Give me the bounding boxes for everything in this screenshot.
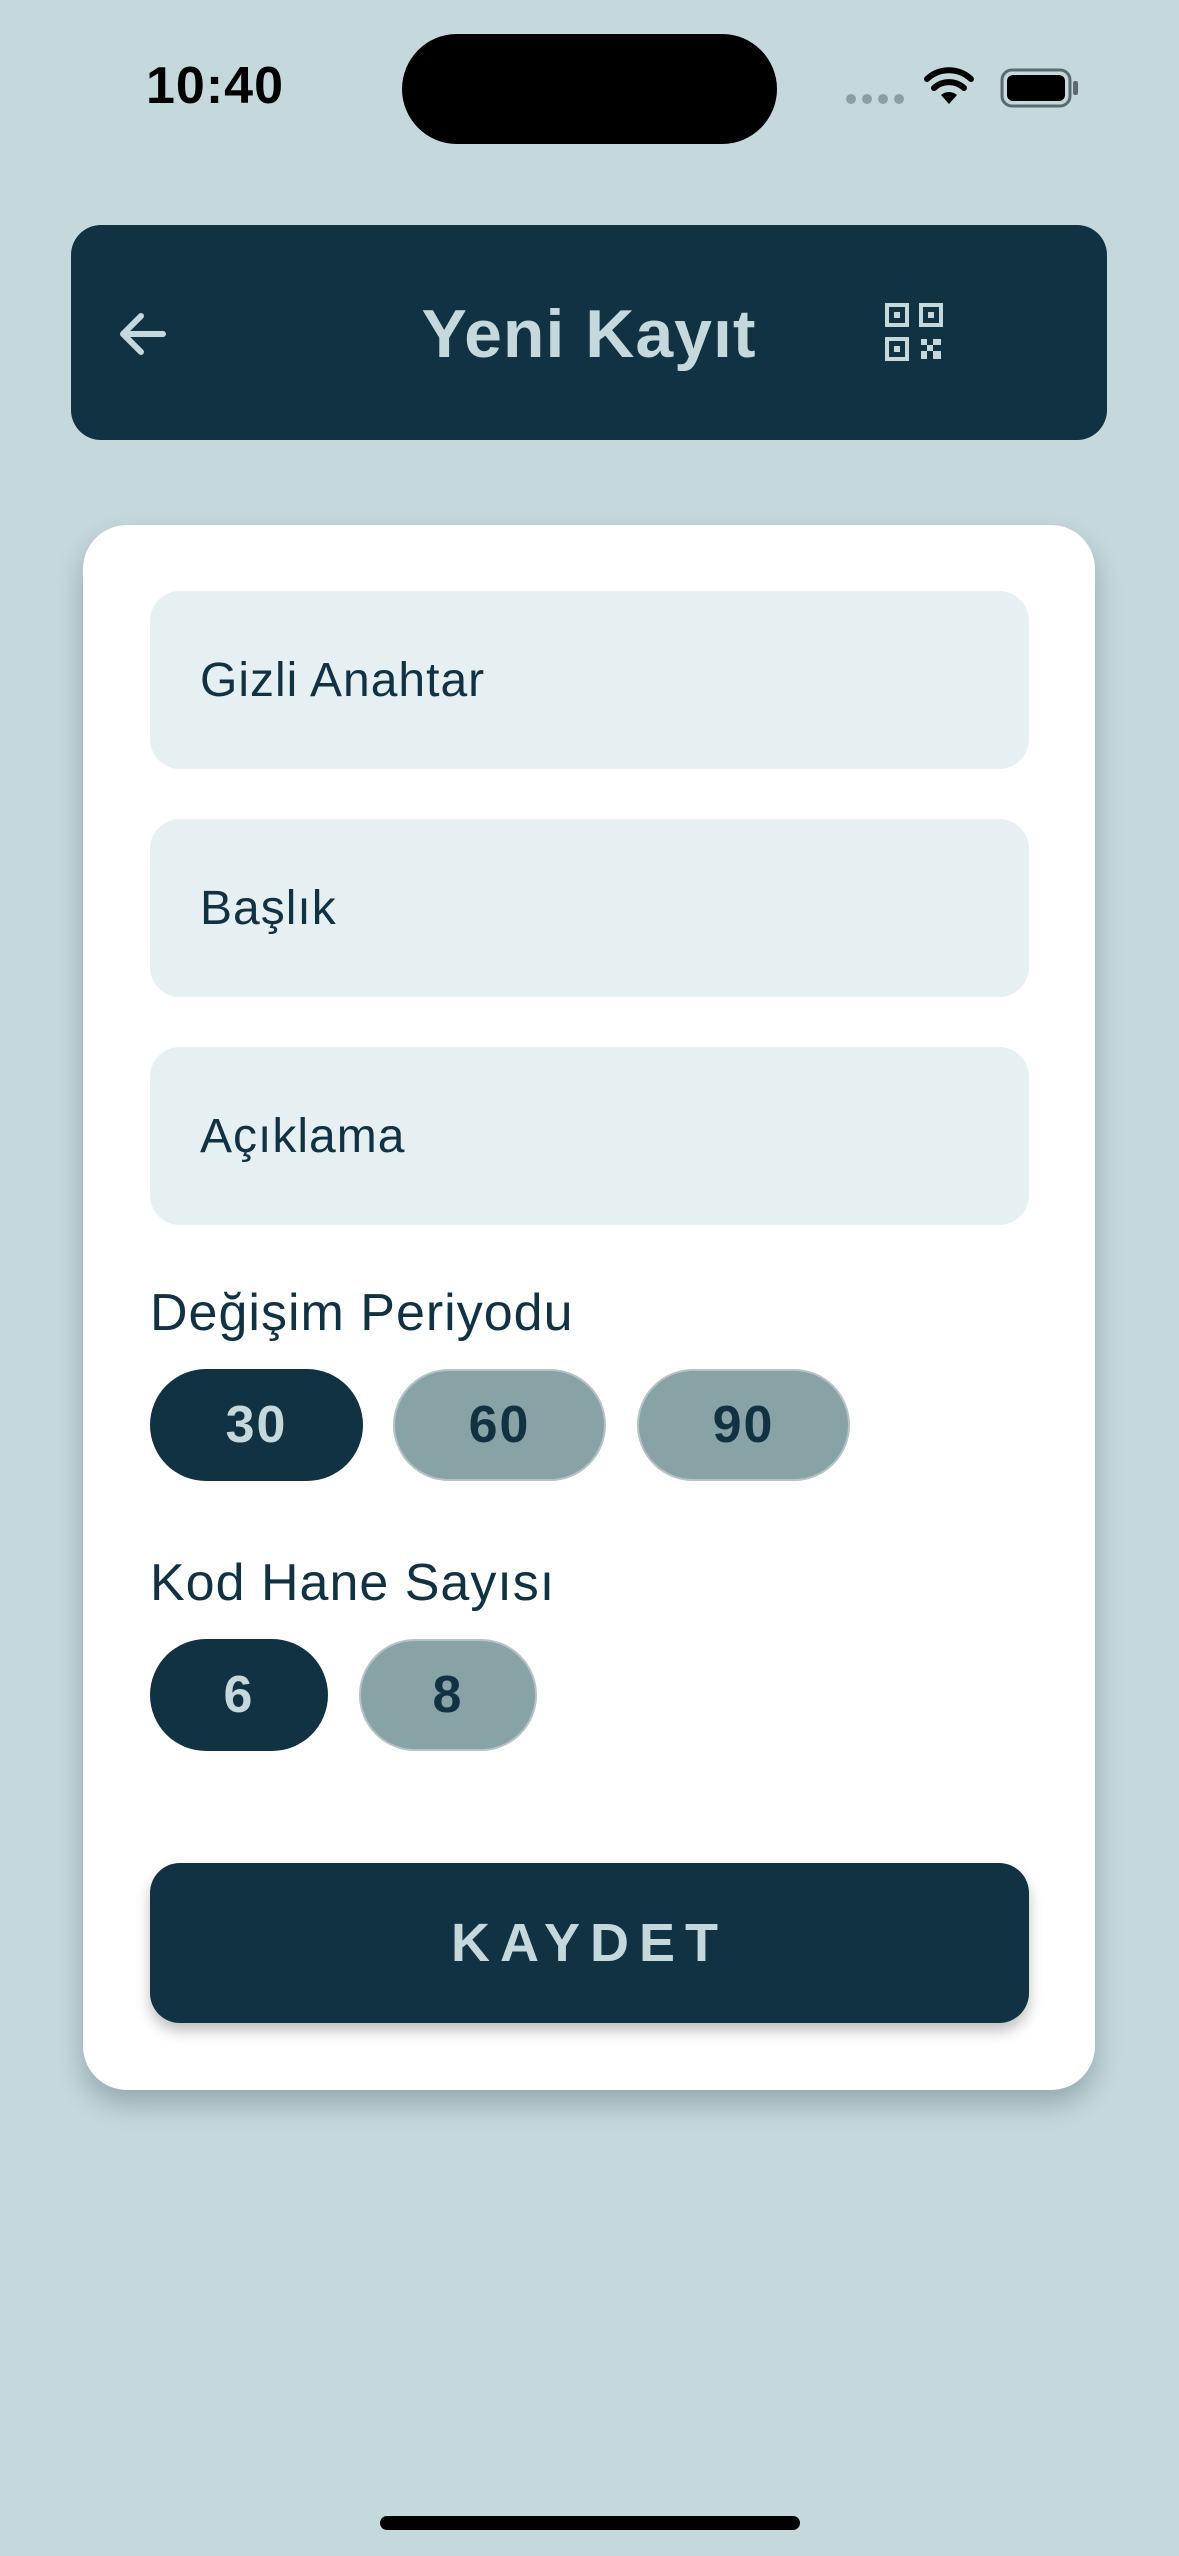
save-button[interactable]: KAYDET	[150, 1863, 1029, 2023]
qr-code-scan-icon[interactable]	[881, 299, 947, 365]
dynamic-island	[402, 34, 777, 144]
page-title: Yeni Kayıt	[421, 296, 757, 372]
secret-key-input[interactable]	[150, 591, 1029, 769]
title-input[interactable]	[150, 819, 1029, 997]
digits-option-6[interactable]: 6	[150, 1639, 328, 1751]
secret-key-field[interactable]	[150, 591, 1029, 769]
digits-label: Kod Hane Sayısı	[150, 1554, 556, 1612]
form-card: Değişim Periyodu 30 60 90 Kod Hane Sayıs…	[83, 525, 1095, 2090]
period-option-90[interactable]: 90	[637, 1369, 850, 1481]
description-field[interactable]	[150, 1047, 1029, 1225]
status-bar: 10:40	[0, 0, 1179, 170]
period-label: Değişim Periyodu	[150, 1284, 574, 1342]
app-header: Yeni Kayıt	[71, 225, 1107, 440]
digits-option-8[interactable]: 8	[359, 1639, 537, 1751]
status-time: 10:40	[146, 57, 284, 115]
battery-icon	[1000, 68, 1078, 108]
period-option-30[interactable]: 30	[150, 1369, 363, 1481]
description-input[interactable]	[150, 1047, 1029, 1225]
period-option-60[interactable]: 60	[393, 1369, 606, 1481]
home-indicator	[380, 2516, 800, 2530]
wifi-icon	[924, 67, 974, 104]
title-field[interactable]	[150, 819, 1029, 997]
cellular-signal-icon	[846, 94, 904, 106]
